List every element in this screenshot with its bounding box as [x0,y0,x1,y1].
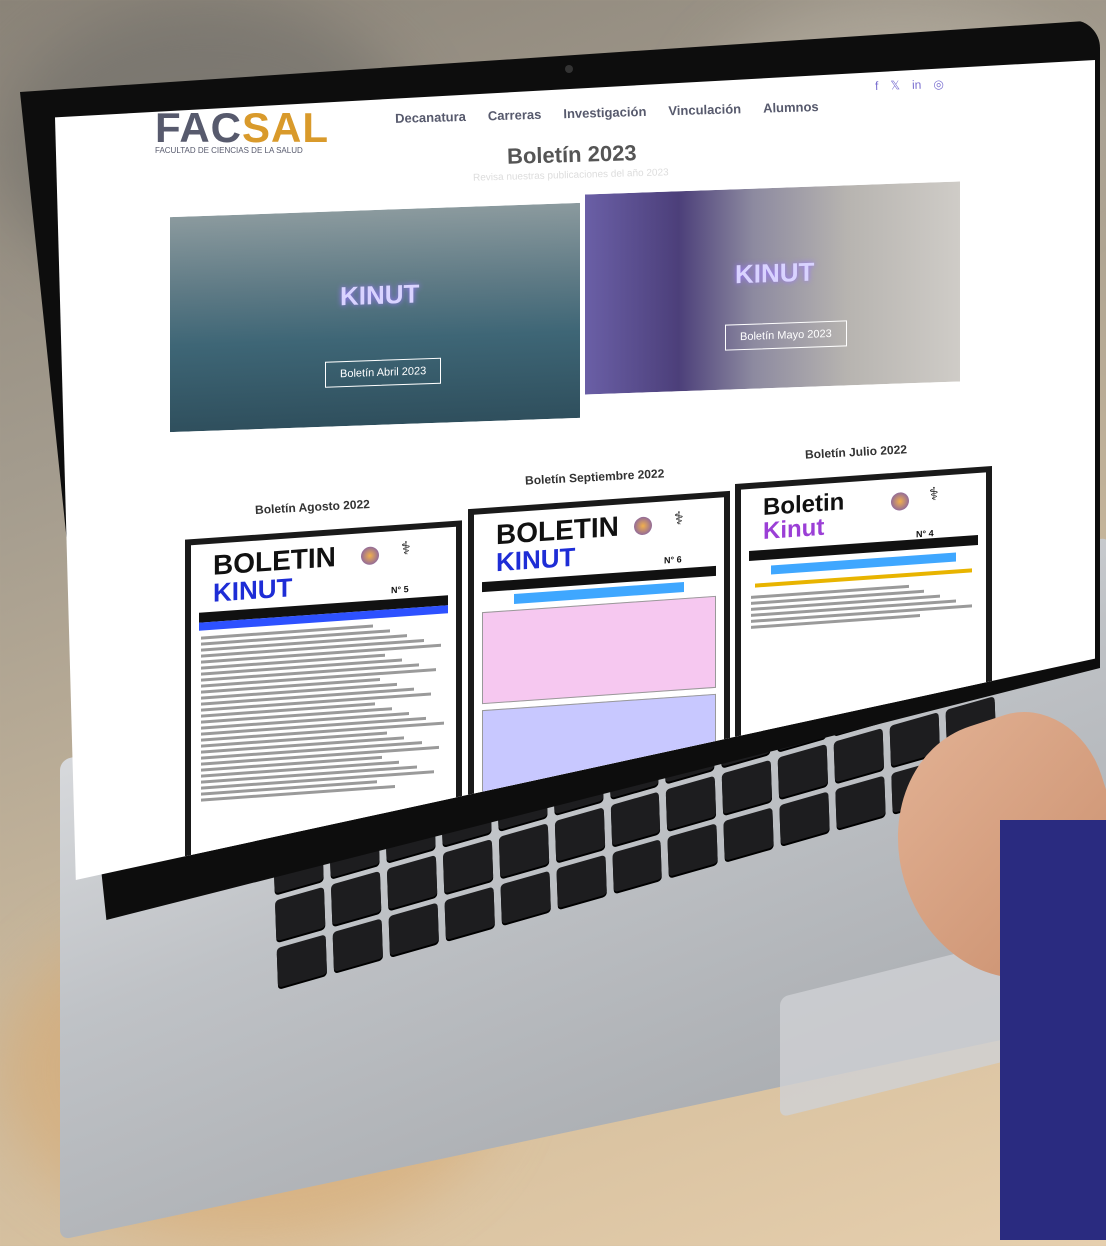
facsal-logo[interactable]: FACSAL [155,104,329,152]
page-subtitle: Revisa nuestras publicaciones del año 20… [472,167,669,184]
facebook-icon[interactable]: f [875,79,879,93]
keyboard-key [554,807,605,862]
nav-item-carreras[interactable]: Carreras [488,107,542,123]
featured-card-abril[interactable]: KINUT Boletín Abril 2023 [170,202,580,433]
keyboard-key [777,743,829,798]
keyboard-key [722,759,773,814]
body-text [201,619,446,802]
caduceus-icon: ⚕ [401,537,411,559]
boletin-mayo-button[interactable]: Boletín Mayo 2023 [725,320,847,351]
bulletin-number: N° 5 [391,584,409,596]
nav-item-alumnos[interactable]: Alumnos [763,99,819,116]
caduceus-icon: ⚕ [929,483,939,505]
featured-card-mayo[interactable]: KINUT Boletín Mayo 2023 [585,181,960,395]
main-nav: Decanatura Carreras Investigación Vincul… [395,99,819,126]
nav-item-investigacion[interactable]: Investigación [563,104,646,121]
keyboard-key [666,775,717,830]
body-text [751,580,976,629]
linkedin-icon[interactable]: in [912,78,922,92]
twitter-icon[interactable]: 𝕏 [890,78,900,92]
keyboard-key [442,839,493,894]
logo-accent-text: SAL [242,104,329,151]
kinut-logo-art: KINUT [340,278,420,312]
bulletin-number: N° 6 [664,554,682,566]
pink-text-box [482,595,716,705]
nav-item-decanatura[interactable]: Decanatura [395,109,466,126]
nav-item-vinculacion[interactable]: Vinculación [668,101,741,118]
kinut-logo-art: KINUT [735,256,815,290]
social-links: f 𝕏 in ◎ [875,77,944,93]
bulletin-title-agosto: Boletín Agosto 2022 [254,497,371,517]
bulletin-number: N° 4 [916,528,934,540]
sweater-sleeve [1000,820,1106,1240]
keyboard-key [498,823,549,878]
webcam [565,65,573,73]
group-photo [170,202,580,433]
instagram-icon[interactable]: ◎ [933,77,944,91]
keyboard-key [274,886,326,941]
keyboard-key [610,791,661,846]
keyboard-key [330,871,382,926]
keyboard-key [833,728,885,783]
bulletin-title-julio: Boletín Julio 2022 [804,442,908,462]
boletin-abril-button[interactable]: Boletín Abril 2023 [325,357,442,388]
logo-subtitle: FACULTAD DE CIENCIAS DE LA SALUD [155,146,303,155]
bulletin-title-septiembre: Boletín Septiembre 2022 [524,466,665,488]
page-title: Boletín 2023 [506,140,637,169]
keyboard-key [386,855,438,910]
caduceus-icon: ⚕ [674,508,684,529]
